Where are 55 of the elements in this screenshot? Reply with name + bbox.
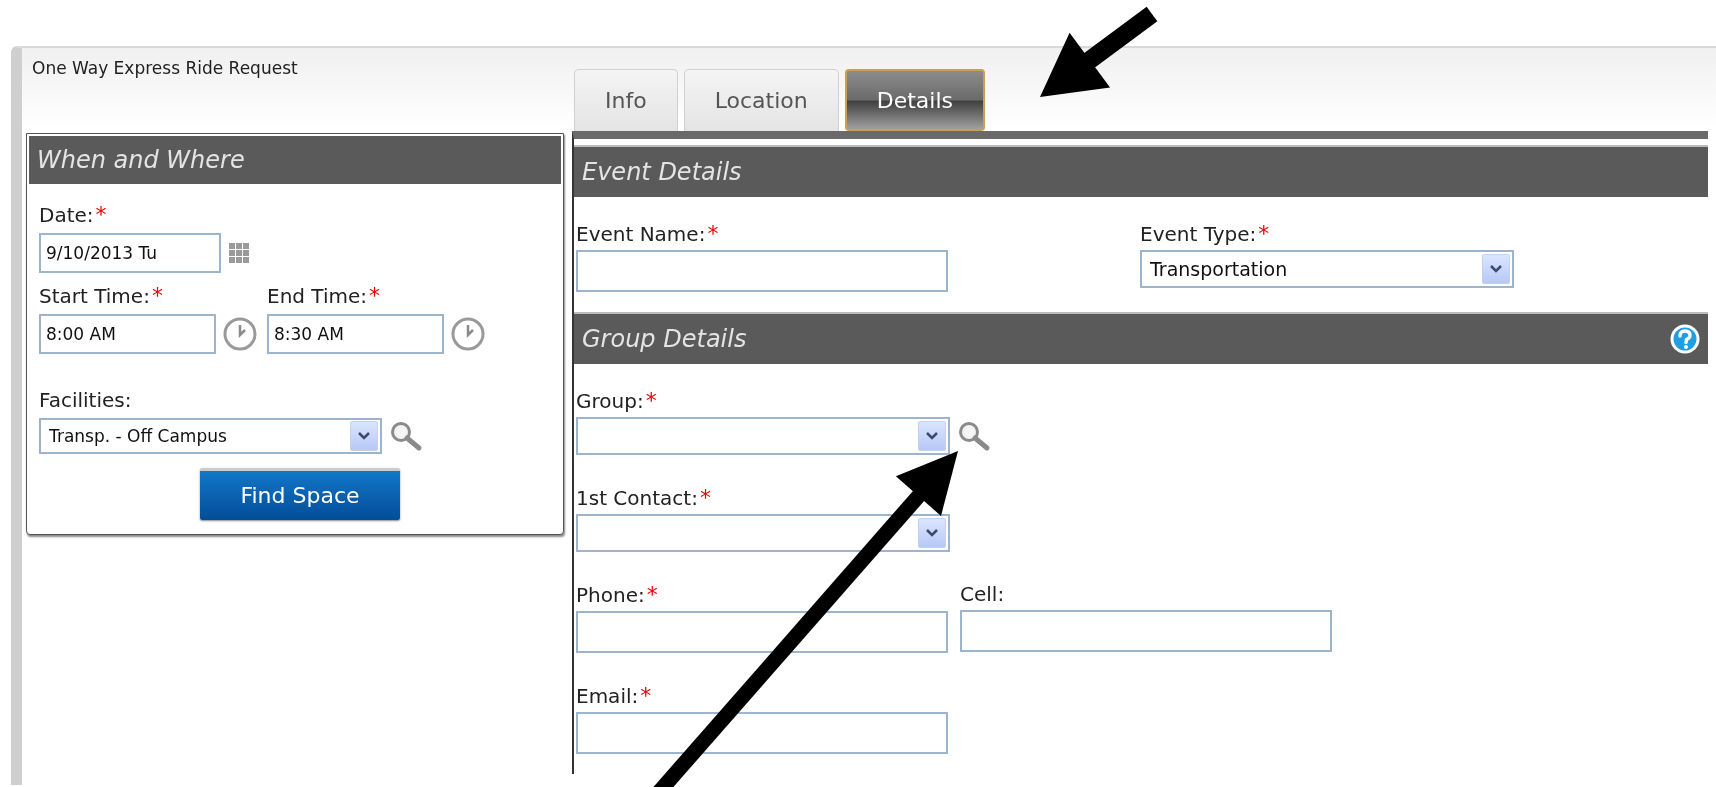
- input-field[interactable]: [576, 250, 948, 292]
- chevron-icon: [357, 431, 371, 441]
- field-label: Start Time:: [39, 284, 150, 308]
- field-label: Date:: [39, 203, 94, 227]
- required-mark: *: [1258, 221, 1270, 246]
- dropdown-button[interactable]: [350, 421, 378, 451]
- input-field[interactable]: [576, 611, 948, 653]
- chevron-icon: [925, 431, 939, 441]
- dropdown-button[interactable]: [918, 421, 946, 451]
- section-title: Event Details: [582, 158, 742, 186]
- field-label: Group:: [576, 389, 644, 413]
- field-label: Facilities:: [39, 388, 132, 412]
- selected-value: Transp. - Off Campus: [49, 426, 227, 446]
- window-title: One Way Express Ride Request: [31, 57, 299, 78]
- field-label: 1st Contact:: [576, 486, 698, 510]
- dropdown-button[interactable]: [918, 518, 946, 548]
- section-title: Group Details: [582, 325, 747, 353]
- chevron-icon: [1489, 264, 1503, 274]
- time-field[interactable]: 8:30 AM: [267, 314, 444, 354]
- input-field[interactable]: [960, 610, 1332, 652]
- required-mark: *: [646, 582, 658, 607]
- clock-icon[interactable]: [451, 317, 485, 351]
- search-icon[interactable]: [957, 420, 991, 452]
- input-field[interactable]: [576, 712, 948, 754]
- required-mark: *: [707, 221, 719, 246]
- tab[interactable]: Location: [683, 69, 839, 131]
- help-icon[interactable]: [1670, 324, 1700, 354]
- required-mark: *: [151, 283, 163, 308]
- required-mark: *: [369, 283, 381, 308]
- dropdown-field[interactable]: Transportation: [1140, 250, 1514, 288]
- required-mark: *: [95, 202, 107, 227]
- required-mark: *: [699, 485, 711, 510]
- dropdown-field[interactable]: Transp. - Off Campus: [39, 418, 382, 454]
- field-label: Email:: [576, 684, 639, 708]
- field-label: End Time:: [267, 284, 368, 308]
- calendar-icon[interactable]: [228, 242, 250, 264]
- dropdown-button[interactable]: [1482, 254, 1510, 284]
- date-field[interactable]: 9/10/2013 Tu: [39, 233, 221, 273]
- field-label: Event Name:: [576, 222, 706, 246]
- tab[interactable]: Details: [844, 69, 985, 131]
- dropdown-field[interactable]: [576, 514, 950, 552]
- required-mark: *: [640, 683, 652, 708]
- search-icon[interactable]: [389, 420, 423, 452]
- panel-header: When and Where: [29, 136, 561, 184]
- field-label: Cell:: [960, 582, 1005, 606]
- clock-icon[interactable]: [223, 317, 257, 351]
- field-label: Event Type:: [1140, 222, 1257, 246]
- time-field[interactable]: 8:00 AM: [39, 314, 216, 354]
- dropdown-field[interactable]: [576, 417, 950, 455]
- chevron-icon: [925, 528, 939, 538]
- required-mark: *: [645, 388, 657, 413]
- field-label: Phone:: [576, 583, 645, 607]
- selected-value: Transportation: [1150, 258, 1288, 280]
- find-space-button[interactable]: Find Space: [200, 468, 400, 520]
- tab[interactable]: Info: [574, 69, 678, 131]
